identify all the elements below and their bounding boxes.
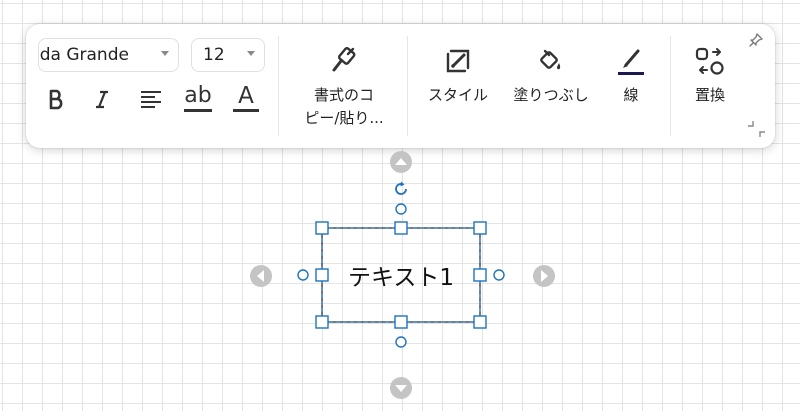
expand-down-arrow[interactable] <box>389 376 413 404</box>
font-color-button[interactable]: A <box>228 82 264 116</box>
format-toolbar: ida Grande 12 ab A 書式のコ ピー/貼り... スタイル 塗り… <box>26 24 775 148</box>
underline-button[interactable]: ab <box>180 82 216 116</box>
bold-button[interactable] <box>38 82 74 116</box>
collapse-corners-icon <box>748 121 765 137</box>
connection-point-left[interactable] <box>297 269 309 281</box>
font-color-bar <box>233 109 259 112</box>
italic-icon <box>96 90 108 109</box>
expand-up-arrow[interactable] <box>389 150 413 178</box>
pin-button[interactable] <box>748 32 764 52</box>
replace-label: 置換 <box>694 86 725 104</box>
pin-icon <box>749 33 763 47</box>
shape-text[interactable]: テキスト1 <box>322 228 480 322</box>
align-left-button[interactable] <box>133 82 169 116</box>
format-painter-label-1: 書式のコ <box>313 86 374 104</box>
arrow-down-icon <box>390 377 412 399</box>
replace-icon <box>695 47 724 75</box>
expand-left-arrow[interactable] <box>249 264 273 292</box>
chevron-down-icon <box>161 51 169 56</box>
expand-right-arrow[interactable] <box>532 264 556 292</box>
font-family-value: ida Grande <box>38 45 129 65</box>
line-label: 線 <box>623 86 639 104</box>
fill-button[interactable]: 塗りつぶし <box>502 38 600 138</box>
font-color-glyph: A <box>238 83 254 109</box>
connection-point-bottom[interactable] <box>395 336 407 348</box>
paint-bucket-icon <box>540 49 561 70</box>
arrow-right-icon <box>533 265 555 287</box>
collapse-toolbar-button[interactable] <box>746 120 768 144</box>
replace-button[interactable]: 置換 <box>682 38 738 138</box>
line-button[interactable]: 線 <box>609 38 653 138</box>
bold-icon <box>49 89 63 110</box>
font-size-value: 12 <box>203 45 225 65</box>
font-family-select[interactable]: ida Grande <box>38 38 179 72</box>
style-icon <box>446 49 470 73</box>
arrow-left-icon <box>250 265 272 287</box>
italic-button[interactable] <box>84 82 120 116</box>
format-painter-button[interactable]: 書式のコ ピー/貼り... <box>292 38 396 138</box>
underline-bar <box>184 109 212 112</box>
format-painter-label-2: ピー/貼り... <box>304 109 384 127</box>
chevron-down-icon <box>247 51 255 56</box>
style-label: スタイル <box>427 86 488 104</box>
align-left-icon <box>141 91 161 108</box>
toolbar-divider <box>407 36 408 136</box>
toolbar-divider <box>670 36 671 136</box>
font-size-select[interactable]: 12 <box>191 38 265 72</box>
style-button[interactable]: スタイル <box>420 38 496 138</box>
connection-point-top[interactable] <box>395 203 407 215</box>
pen-line-icon <box>618 49 644 75</box>
connection-point-right[interactable] <box>493 269 505 281</box>
toolbar-divider <box>278 36 279 136</box>
fill-label: 塗りつぶし <box>513 86 589 104</box>
underline-glyph: ab <box>184 83 212 108</box>
format-painter-icon <box>332 47 356 72</box>
arrow-up-icon <box>390 151 412 173</box>
